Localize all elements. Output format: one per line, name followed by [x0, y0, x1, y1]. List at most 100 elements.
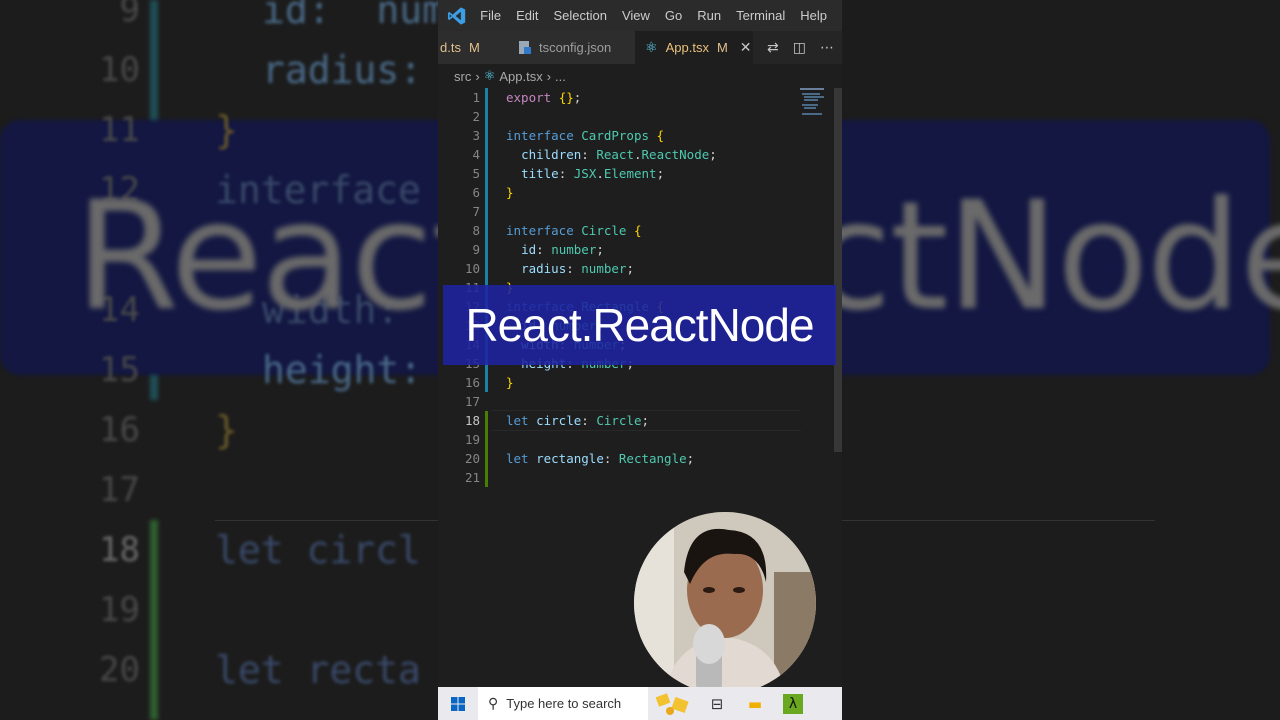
bg-line-number: 10: [99, 50, 140, 90]
bg-code-line: let circl: [215, 528, 421, 572]
code-line[interactable]: 16}: [438, 373, 842, 392]
tab-app-tsx[interactable]: ⚛ App.tsx M ✕: [635, 31, 754, 64]
bg-code-line: let recta: [215, 648, 421, 692]
code-line[interactable]: 1 export {};: [438, 88, 842, 107]
compare-changes-icon[interactable]: ⇄: [767, 40, 779, 56]
windows-taskbar: ⚲ Type here to search ⊟ ▬ λ: [438, 687, 842, 720]
menu-run[interactable]: Run: [697, 8, 721, 23]
git-gutter-marker: [485, 259, 488, 278]
line-number: 17: [464, 394, 480, 409]
code-text: title: JSX.Element;: [521, 166, 665, 181]
json-file-icon: [518, 41, 531, 54]
line-number: 3: [472, 128, 480, 143]
modified-badge: M: [716, 40, 728, 55]
caption-overlay: React.ReactNode: [443, 285, 836, 365]
breadcrumb-folder[interactable]: src: [454, 69, 471, 84]
bg-code-line: }: [215, 408, 238, 452]
line-number: 1: [472, 90, 480, 105]
taskbar-search[interactable]: ⚲ Type here to search: [478, 687, 648, 720]
code-line[interactable]: 3 interface CardProps {: [438, 126, 842, 145]
chevron-right-icon: ›: [475, 68, 480, 84]
code-line[interactable]: 19: [438, 430, 842, 449]
caption-text: React.ReactNode: [465, 299, 814, 351]
code-text: }: [506, 375, 514, 390]
git-gutter-marker: [485, 107, 488, 126]
search-placeholder: Type here to search: [506, 696, 622, 711]
chevron-right-icon: ›: [546, 68, 552, 84]
git-gutter-marker: [485, 430, 488, 449]
vscode-logo-icon: [447, 6, 466, 25]
current-line-highlight: [491, 410, 801, 431]
search-icon: ⚲: [488, 695, 499, 711]
search-highlight-icon[interactable]: [648, 687, 698, 720]
minimap[interactable]: [800, 88, 830, 118]
file-explorer-icon[interactable]: ▬: [736, 687, 774, 720]
code-text: }: [506, 185, 514, 200]
line-number: 16: [464, 375, 480, 390]
code-line[interactable]: 20 let rectangle: Rectangle;: [438, 449, 842, 468]
bg-line-number: 20: [99, 650, 140, 690]
menu-selection[interactable]: Selection: [553, 8, 606, 23]
bg-line-number: 16: [99, 410, 140, 450]
git-gutter-marker: [485, 164, 488, 183]
git-gutter-marker: [485, 392, 488, 411]
git-gutter-marker: [485, 240, 488, 259]
line-number: 20: [464, 451, 480, 466]
code-text: radius: number;: [521, 261, 634, 276]
git-gutter-marker: [485, 221, 488, 240]
menu-edit[interactable]: Edit: [516, 8, 538, 23]
git-gutter-marker: [485, 183, 488, 202]
more-actions-icon[interactable]: ⋯: [820, 40, 834, 56]
code-line[interactable]: 4 children: React.ReactNode;: [438, 145, 842, 164]
lambda-app-icon[interactable]: λ: [774, 687, 812, 720]
bg-line-number: 15: [99, 350, 140, 390]
tab-label: tsconfig.json: [538, 40, 612, 55]
menu-file[interactable]: File: [480, 8, 501, 23]
code-line[interactable]: 7: [438, 202, 842, 221]
code-line[interactable]: 9 id: number;: [438, 240, 842, 259]
vertical-scrollbar[interactable]: [834, 88, 842, 452]
editor-tabs: d.ts M tsconfig.json ⚛ App.tsx M ✕ ⇄ ◫ ⋯: [438, 31, 842, 64]
tab-actions: ⇄ ◫ ⋯: [753, 40, 834, 56]
task-view-icon[interactable]: ⊟: [698, 687, 736, 720]
code-line[interactable]: 2: [438, 107, 842, 126]
code-line[interactable]: 6}: [438, 183, 842, 202]
start-button[interactable]: [438, 687, 478, 720]
tab-label: d.ts: [440, 40, 461, 55]
tab-dts[interactable]: d.ts M: [438, 31, 507, 64]
git-gutter-marker: [485, 373, 488, 392]
code-line[interactable]: 21: [438, 468, 842, 487]
bg-line-number: 9: [119, 0, 140, 30]
tab-tsconfig[interactable]: tsconfig.json: [506, 31, 636, 64]
line-number: 21: [464, 470, 480, 485]
line-number: 5: [472, 166, 480, 181]
windows-logo-icon: [451, 696, 465, 711]
git-gutter-marker: [485, 411, 488, 430]
git-gutter-marker: [485, 145, 488, 164]
breadcrumb-more[interactable]: ...: [555, 69, 566, 84]
breadcrumb-file[interactable]: App.tsx: [499, 69, 542, 84]
bg-line-number: 19: [99, 590, 140, 630]
code-text: id: number;: [521, 242, 604, 257]
breadcrumb: src › ⚛ App.tsx › ...: [438, 64, 842, 88]
menu-view[interactable]: View: [622, 8, 650, 23]
modified-badge: M: [468, 40, 480, 55]
menu-go[interactable]: Go: [665, 8, 682, 23]
code-text: children: React.ReactNode;: [521, 147, 717, 162]
bg-line-number: 18: [99, 530, 140, 570]
split-editor-icon[interactable]: ◫: [793, 40, 806, 56]
menu-help[interactable]: Help: [800, 8, 827, 23]
code-line[interactable]: 5 title: JSX.Element;: [438, 164, 842, 183]
git-gutter-marker: [485, 126, 488, 145]
tab-label: App.tsx: [665, 40, 709, 55]
menu-terminal[interactable]: Terminal: [736, 8, 785, 23]
bg-line-number: 11: [99, 110, 140, 150]
close-tab-icon[interactable]: ✕: [740, 39, 752, 56]
code-line[interactable]: 8 interface Circle {: [438, 221, 842, 240]
code-line[interactable]: 10 radius: number;: [438, 259, 842, 278]
code-text: let rectangle: Rectangle;: [506, 451, 695, 466]
menu-bar: File Edit Selection View Go Run Terminal…: [438, 0, 842, 31]
git-gutter-marker: [485, 88, 488, 107]
code-line[interactable]: 17: [438, 392, 842, 411]
search-highlight-graphic: [655, 692, 689, 715]
